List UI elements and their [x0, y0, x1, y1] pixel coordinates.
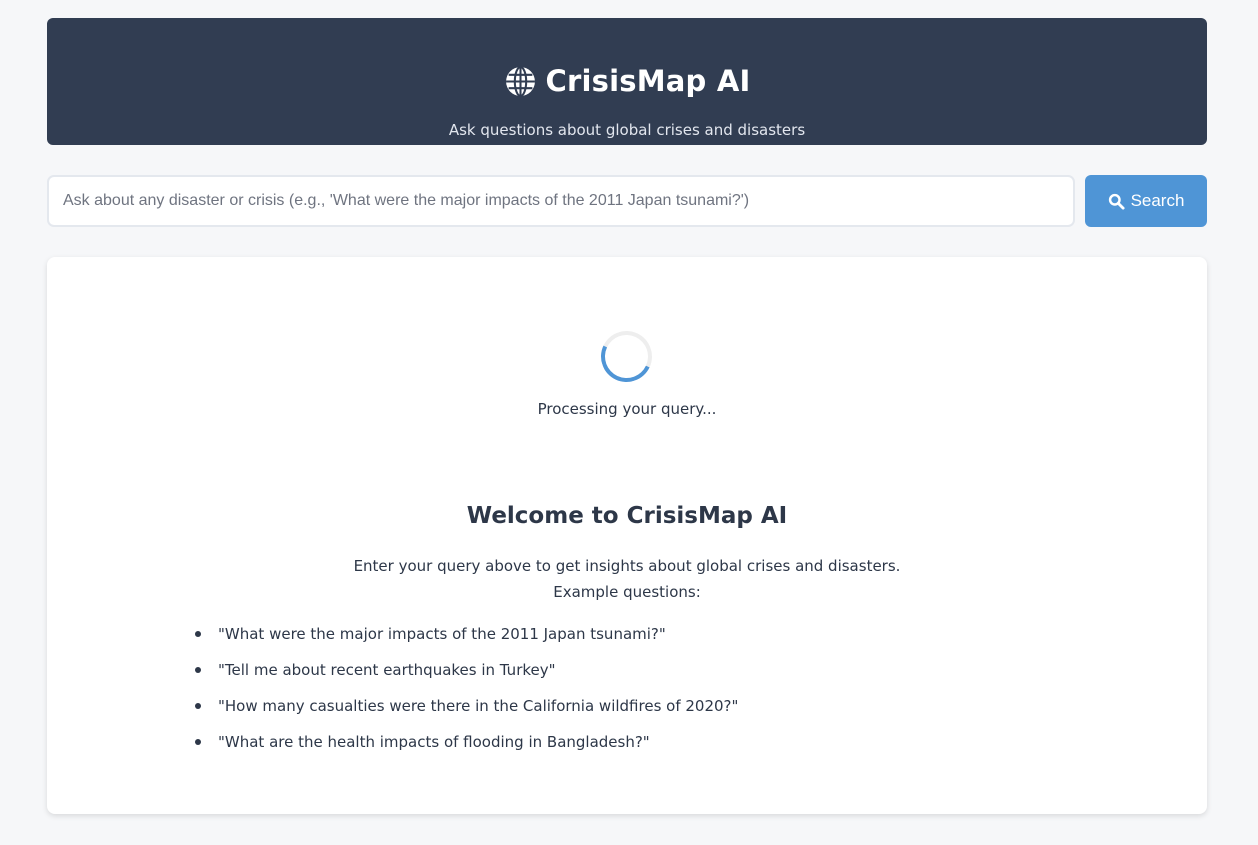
example-question[interactable]: "What are the health impacts of flooding… [195, 729, 738, 755]
example-question[interactable]: "How many casualties were there in the C… [195, 693, 738, 719]
app-subtitle: Ask questions about global crises and di… [448, 121, 806, 139]
search-input[interactable] [47, 175, 1075, 227]
example-question[interactable]: "What were the major impacts of the 2011… [195, 621, 738, 647]
example-question-text: "Tell me about recent earthquakes in Tur… [218, 661, 556, 679]
example-question-text: "What were the major impacts of the 2011… [218, 625, 666, 643]
results-panel: Processing your query... Welcome to Cris… [47, 257, 1207, 814]
bullet [195, 631, 201, 637]
bullet [195, 739, 201, 745]
bullet [195, 667, 201, 673]
example-question-text: "What are the health impacts of flooding… [218, 733, 650, 751]
examples-label: Example questions: [553, 583, 701, 601]
search-button-label: Search [1130, 191, 1185, 210]
welcome-intro: Enter your query above to get insights a… [353, 557, 901, 575]
bullet [195, 703, 201, 709]
loading-spinner [593, 323, 660, 390]
loading-text: Processing your query... [537, 400, 717, 418]
app-title: CrisisMap AI [545, 64, 751, 98]
globe-icon [505, 65, 535, 97]
welcome-title: Welcome to CrisisMap AI [466, 503, 788, 529]
app-header: CrisisMap AI Ask questions about global … [47, 18, 1207, 145]
example-question[interactable]: "Tell me about recent earthquakes in Tur… [195, 657, 738, 683]
welcome-text: Enter your query above to get insights a… [47, 553, 1207, 605]
header-title-row: CrisisMap AI [47, 64, 1207, 98]
example-question-text: "How many casualties were there in the C… [218, 697, 739, 715]
example-questions-list: "What were the major impacts of the 2011… [195, 621, 738, 765]
search-icon [1108, 193, 1125, 210]
search-button[interactable]: Search [1085, 175, 1207, 227]
